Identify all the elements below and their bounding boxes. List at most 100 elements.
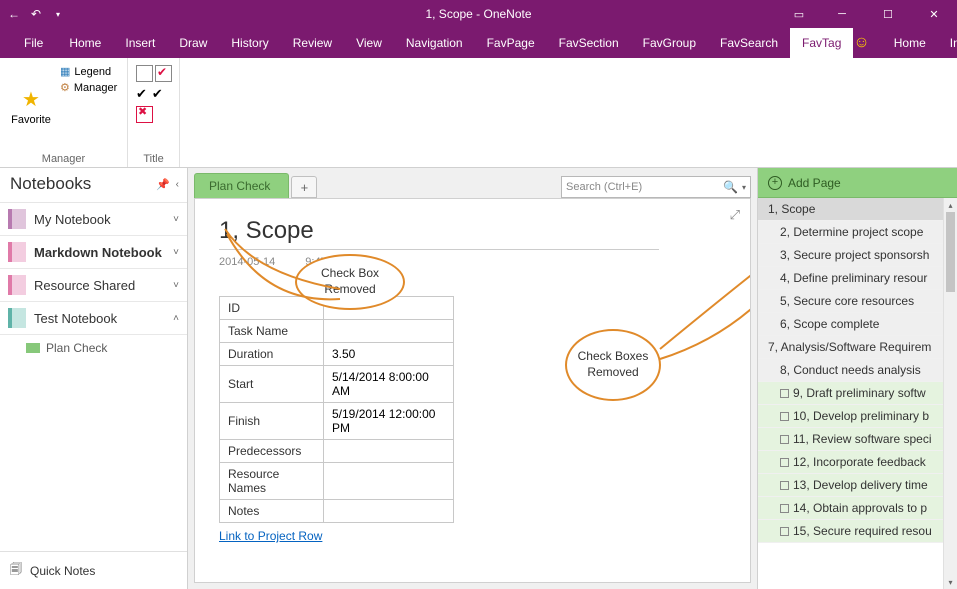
add-section-button[interactable]: +	[291, 176, 317, 198]
expand-icon[interactable]: ⤢	[730, 207, 740, 223]
pin-icon[interactable]: 📌	[156, 178, 170, 191]
menu-home[interactable]: Home	[882, 28, 938, 58]
chevron-icon: ˅	[173, 247, 179, 258]
menu-insert[interactable]: Insert	[113, 28, 167, 58]
page-list-item[interactable]: 14, Obtain approvals to p	[758, 497, 943, 520]
favorite-button[interactable]: ★ Favorite	[8, 62, 54, 151]
page-area: Plan Check + Search (Ctrl+E) 🔍 ▾ ⤢ 1, Sc…	[188, 168, 757, 589]
page-list-item[interactable]: 1, Scope	[758, 198, 943, 221]
minimize-button[interactable]: ─	[819, 0, 865, 28]
table-row: Duration3.50	[220, 343, 454, 366]
page-list-panel: + Add Page 1, Scope2, Determine project …	[757, 168, 957, 589]
quick-notes-button[interactable]: 🗐 Quick Notes	[0, 551, 187, 589]
ribbon-group-manager-label: Manager	[8, 151, 119, 165]
page-list-item[interactable]: 4, Define preliminary resour	[758, 267, 943, 290]
page-list-item[interactable]: 8, Conduct needs analysis	[758, 359, 943, 382]
menu-favsearch[interactable]: FavSearch	[708, 28, 790, 58]
close-button[interactable]: ✕	[911, 0, 957, 28]
title-style-row1[interactable]: ✔	[136, 65, 172, 82]
search-icon: 🔍	[723, 180, 738, 194]
title-style-row3[interactable]: ✖	[136, 106, 172, 123]
section-swatch	[26, 343, 40, 353]
table-row: Task Name	[220, 320, 454, 343]
menu-favpage[interactable]: FavPage	[475, 28, 547, 58]
page-title[interactable]: 1, Scope	[219, 217, 726, 245]
star-icon: ★	[22, 87, 40, 112]
maximize-button[interactable]: ☐	[865, 0, 911, 28]
page-list-item[interactable]: 10, Develop preliminary b	[758, 405, 943, 428]
page-canvas[interactable]: ⤢ 1, Scope 2014-05-14 9:47 IDTask NameDu…	[194, 198, 751, 583]
search-input[interactable]: Search (Ctrl+E) 🔍 ▾	[561, 176, 751, 198]
notebooks-panel: Notebooks 📌 ‹ My Notebook ˅ Markdown Not…	[0, 168, 188, 589]
add-page-button[interactable]: + Add Page	[758, 168, 957, 198]
title-style-row2[interactable]: ✔✔	[136, 86, 172, 102]
notebook-item[interactable]: Markdown Notebook ˅	[0, 236, 187, 269]
scroll-up-icon[interactable]: ▴	[944, 198, 957, 212]
scroll-down-icon[interactable]: ▾	[944, 575, 957, 589]
chevron-icon: ˅	[173, 214, 179, 225]
page-list-item[interactable]: 6, Scope complete	[758, 313, 943, 336]
chevron-icon: ˄	[173, 313, 179, 324]
titlebar: ← ↶ ▾ 1, Scope - OneNote ▭ ─ ☐ ✕	[0, 0, 957, 28]
page-list-item[interactable]: 12, Incorporate feedback	[758, 451, 943, 474]
plus-icon: +	[768, 176, 782, 190]
table-row: Finish5/19/2014 12:00:00 PM	[220, 403, 454, 440]
checkbox-icon	[780, 389, 789, 398]
menu-history[interactable]: History	[219, 28, 280, 58]
qa-dropdown-icon[interactable]: ▾	[50, 6, 66, 22]
notebook-item[interactable]: My Notebook ˅	[0, 203, 187, 236]
page-list-item[interactable]: 15, Secure required resou	[758, 520, 943, 543]
ribbon-group-title-label: Title	[136, 151, 171, 165]
page-list-item[interactable]: 7, Analysis/Software Requirem	[758, 336, 943, 359]
page-list-item[interactable]: 3, Secure project sponsorsh	[758, 244, 943, 267]
notebook-icon	[8, 209, 26, 229]
back-icon[interactable]: ←	[6, 6, 22, 22]
callout-checkboxes-removed: Check Boxes Removed	[565, 329, 661, 401]
checkbox-icon	[780, 527, 789, 536]
page-list-item[interactable]: 11, Review software speci	[758, 428, 943, 451]
menu-draw[interactable]: Draw	[167, 28, 219, 58]
callout-pointer	[295, 254, 415, 314]
menu-file[interactable]: File	[10, 28, 57, 58]
notebook-icon	[8, 242, 26, 262]
checkbox-icon	[780, 458, 789, 467]
feedback-smile-icon[interactable]: ☺	[853, 28, 869, 58]
page-list-item[interactable]: 9, Draft preliminary softw	[758, 382, 943, 405]
menu-insert[interactable]: Insert	[938, 28, 957, 58]
manager-icon: ⚙	[60, 81, 70, 94]
menu-navigation[interactable]: Navigation	[394, 28, 475, 58]
menu-review[interactable]: Review	[281, 28, 344, 58]
manager-button[interactable]: ⚙Manager	[60, 81, 117, 94]
menu-favtag[interactable]: FavTag	[790, 28, 853, 58]
legend-button[interactable]: ▦Legend	[60, 65, 117, 78]
section-tab-plan-check[interactable]: Plan Check	[194, 173, 289, 198]
checkbox-icon	[780, 481, 789, 490]
menu-view[interactable]: View	[344, 28, 394, 58]
checkbox-icon	[780, 504, 789, 513]
menu-favgroup[interactable]: FavGroup	[631, 28, 708, 58]
checkbox-icon	[780, 435, 789, 444]
chevron-left-icon[interactable]: ‹	[176, 179, 179, 190]
link-to-project-row[interactable]: Link to Project Row	[219, 529, 322, 543]
legend-icon: ▦	[60, 65, 70, 78]
window-title: 1, Scope - OneNote	[425, 7, 531, 21]
page-list-scrollbar[interactable]: ▴ ▾	[943, 198, 957, 589]
page-list-item[interactable]: 13, Develop delivery time	[758, 474, 943, 497]
chevron-down-icon[interactable]: ▾	[742, 183, 746, 192]
scroll-thumb[interactable]	[946, 212, 955, 292]
menubar: File HomeInsertDrawHistoryReviewViewNavi…	[0, 28, 957, 58]
table-row: Predecessors	[220, 440, 454, 463]
section-item[interactable]: Plan Check	[0, 335, 187, 361]
undo-icon[interactable]: ↶	[28, 6, 44, 22]
page-list-item[interactable]: 2, Determine project scope	[758, 221, 943, 244]
property-table: IDTask NameDuration3.50Start5/14/2014 8:…	[219, 296, 454, 523]
menu-home[interactable]: Home	[57, 28, 113, 58]
notebook-icon	[8, 308, 26, 328]
notebook-item[interactable]: Resource Shared ˅	[0, 269, 187, 302]
notebook-icon	[8, 275, 26, 295]
ribbon-display-icon[interactable]: ▭	[779, 0, 819, 28]
callout-pointer-right	[655, 239, 751, 359]
menu-favsection[interactable]: FavSection	[547, 28, 631, 58]
notebook-item[interactable]: Test Notebook ˄	[0, 302, 187, 335]
page-list-item[interactable]: 5, Secure core resources	[758, 290, 943, 313]
